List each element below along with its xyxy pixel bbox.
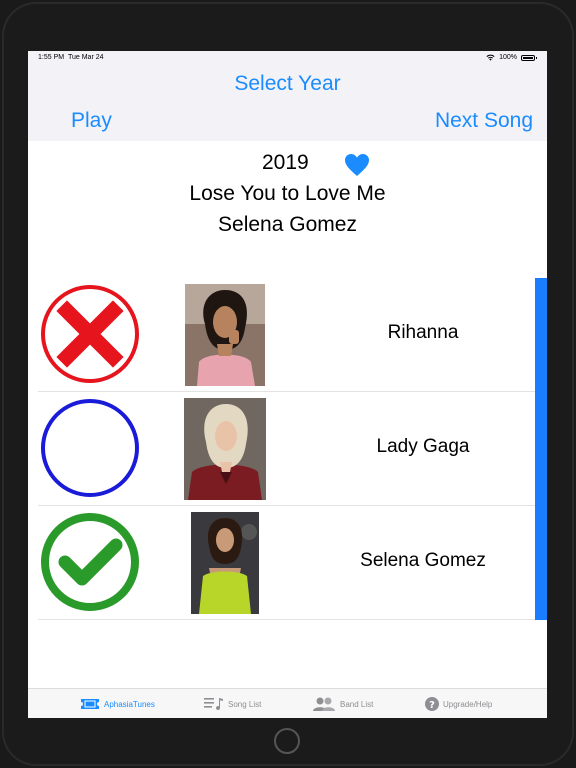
tab-aphasiatunes[interactable]: AphasiaTunes xyxy=(80,689,155,718)
empty-blue-circle-icon xyxy=(41,399,139,497)
choice-row-rihanna[interactable]: Rihanna xyxy=(38,278,536,392)
tab-band-list[interactable]: Band List xyxy=(312,689,373,718)
tab-song-list[interactable]: Song List xyxy=(204,689,261,718)
tab-label: Band List xyxy=(340,699,374,709)
battery-icon xyxy=(521,54,537,61)
artist-photo-selena-gomez xyxy=(191,512,259,614)
heart-icon[interactable] xyxy=(344,153,370,177)
tab-label: AphasiaTunes xyxy=(104,699,155,709)
artist-photo-lady-gaga xyxy=(184,398,266,500)
select-year-button[interactable]: Select Year xyxy=(28,72,547,96)
choice-row-selena-gomez[interactable]: Selena Gomez xyxy=(38,506,536,620)
app-screen: 1:55 PM Tue Mar 24 100% Select Year Play… xyxy=(28,51,547,718)
status-bar: 1:55 PM Tue Mar 24 100% xyxy=(28,51,547,67)
choice-artist-name: Rihanna xyxy=(387,322,459,343)
scroll-indicator[interactable] xyxy=(535,278,547,620)
tab-bar: AphasiaTunes Song List Band List ? Upgra… xyxy=(28,688,547,718)
green-check-circle-icon xyxy=(41,513,139,611)
next-song-button[interactable]: Next Song xyxy=(435,109,533,133)
people-icon xyxy=(313,697,335,711)
song-artist: Selena Gomez xyxy=(218,213,357,236)
status-date: Tue Mar 24 xyxy=(67,54,104,61)
svg-text:?: ? xyxy=(429,700,435,711)
status-time: 1:55 PM xyxy=(38,54,65,61)
choice-artist-name: Selena Gomez xyxy=(360,550,486,571)
status-indicators: 100% xyxy=(486,54,537,61)
choice-artist-name: Lady Gaga xyxy=(376,436,470,457)
music-list-icon xyxy=(204,698,223,711)
song-year: 2019 xyxy=(262,151,309,174)
song-title: Lose You to Love Me xyxy=(189,182,386,205)
ticket-icon xyxy=(81,699,99,709)
artist-photo-rihanna xyxy=(185,284,265,386)
wifi-icon xyxy=(486,54,495,61)
tab-label: Song List xyxy=(228,699,262,709)
play-button[interactable]: Play xyxy=(71,109,112,133)
tab-label: Upgrade/Help xyxy=(443,699,493,709)
navigation-bar: Select Year Play Next Song xyxy=(28,67,547,141)
red-x-circle-icon xyxy=(41,285,139,383)
choice-row-lady-gaga[interactable]: Lady Gaga xyxy=(38,392,536,506)
tab-upgrade-help[interactable]: ? Upgrade/Help xyxy=(425,689,492,718)
status-time-date: 1:55 PM Tue Mar 24 xyxy=(38,54,104,61)
battery-percent: 100% xyxy=(499,54,517,61)
home-button[interactable] xyxy=(274,728,300,754)
question-circle-icon: ? xyxy=(425,697,439,711)
